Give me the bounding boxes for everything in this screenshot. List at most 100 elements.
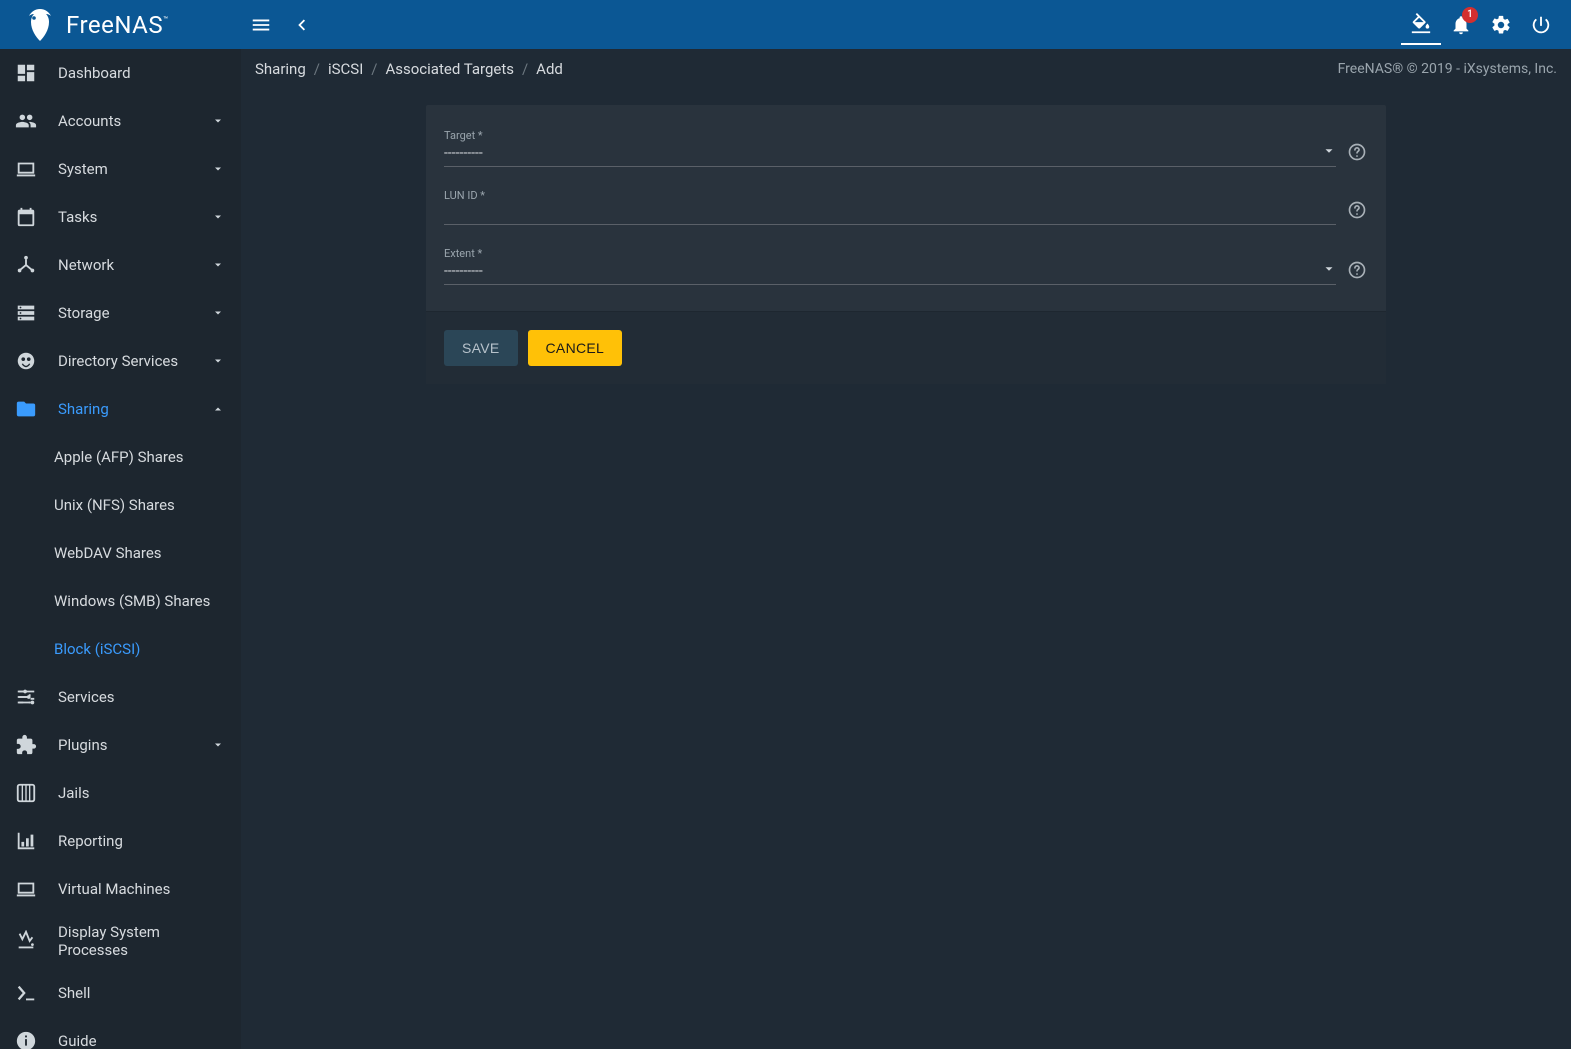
help-icon[interactable] xyxy=(1346,259,1368,281)
sidebar-subitem-label: Unix (NFS) Shares xyxy=(54,496,175,514)
notifications-wrap: 1 xyxy=(1441,5,1481,45)
power-button[interactable] xyxy=(1521,5,1561,45)
sidebar-subitem-label: Block (iSCSI) xyxy=(54,640,140,658)
target-select[interactable]: Target * ---------- xyxy=(444,117,1336,167)
sidebar-item-virtual-machines[interactable]: Virtual Machines xyxy=(0,865,241,913)
form-card-wrap: Target * ---------- LUN ID * xyxy=(241,89,1571,400)
sidebar-item-reporting[interactable]: Reporting xyxy=(0,817,241,865)
nav-back-button[interactable] xyxy=(281,5,321,45)
sidebar-item-dashboard[interactable]: Dashboard xyxy=(0,49,241,97)
sidebar-item-guide[interactable]: Guide xyxy=(0,1017,241,1049)
extent-select[interactable]: Extent * ---------- xyxy=(444,235,1336,285)
form-card: Target * ---------- LUN ID * xyxy=(426,105,1386,384)
sidebar-subitem-nfs[interactable]: Unix (NFS) Shares xyxy=(0,481,241,529)
sidebar-item-label: Jails xyxy=(58,784,227,802)
theme-button[interactable] xyxy=(1401,5,1441,45)
sidebar-subitem-label: Windows (SMB) Shares xyxy=(54,592,210,610)
form-body: Target * ---------- LUN ID * xyxy=(426,105,1386,311)
sidebar-item-jails[interactable]: Jails xyxy=(0,769,241,817)
main-content: Sharing / iSCSI / Associated Targets / A… xyxy=(241,49,1571,1049)
sidebar-item-label: Plugins xyxy=(58,736,209,754)
extension-icon xyxy=(14,733,38,757)
breadcrumb-link[interactable]: Sharing xyxy=(255,60,306,78)
lun-id-input[interactable] xyxy=(444,202,1336,224)
breadcrumb-separator: / xyxy=(314,60,320,78)
sidebar-subitem-label: Apple (AFP) Shares xyxy=(54,448,184,466)
info-icon xyxy=(14,1029,38,1049)
sidebar-subitem-iscsi[interactable]: Block (iSCSI) xyxy=(0,625,241,673)
sidebar-item-label: Services xyxy=(58,688,227,706)
sidebar-item-services[interactable]: Services xyxy=(0,673,241,721)
sidebar-item-tasks[interactable]: Tasks xyxy=(0,193,241,241)
calendar-icon xyxy=(14,205,38,229)
settings-button[interactable] xyxy=(1481,5,1521,45)
field-target: Target * ---------- xyxy=(444,117,1368,167)
sidebar-subitem-webdav[interactable]: WebDAV Shares xyxy=(0,529,241,577)
breadcrumb-separator: / xyxy=(371,60,377,78)
sidebar-item-label: Storage xyxy=(58,304,209,322)
field-lun-id: LUN ID * xyxy=(444,177,1368,225)
sidebar-subitem-afp[interactable]: Apple (AFP) Shares xyxy=(0,433,241,481)
menu-toggle-button[interactable] xyxy=(241,5,281,45)
field-extent: Extent * ---------- xyxy=(444,235,1368,285)
tune-icon xyxy=(14,685,38,709)
help-icon[interactable] xyxy=(1346,199,1368,221)
sidebar-item-label: Guide xyxy=(58,1032,227,1049)
breadcrumb-bar: Sharing / iSCSI / Associated Targets / A… xyxy=(241,49,1571,89)
process-icon xyxy=(14,929,38,953)
sidebar-item-storage[interactable]: Storage xyxy=(0,289,241,337)
app-header: FreeNAS™ 1 xyxy=(0,0,1571,49)
chevron-down-icon xyxy=(209,304,227,322)
sidebar-item-directory-services[interactable]: Directory Services xyxy=(0,337,241,385)
jail-icon xyxy=(14,781,38,805)
chevron-left-icon xyxy=(290,14,312,36)
lun-id-input-wrap: LUN ID * xyxy=(444,177,1336,225)
sidebar-item-sharing[interactable]: Sharing xyxy=(0,385,241,433)
save-button[interactable]: SAVE xyxy=(444,330,518,366)
chevron-down-icon xyxy=(209,256,227,274)
sidebar-item-label: Dashboard xyxy=(58,64,227,82)
cancel-button[interactable]: CANCEL xyxy=(528,330,623,366)
chevron-down-icon xyxy=(1322,144,1336,162)
breadcrumb-link[interactable]: Associated Targets xyxy=(385,60,513,78)
dashboard-icon xyxy=(14,61,38,85)
sidebar-item-label: Display System Processes xyxy=(58,923,227,959)
laptop-icon xyxy=(14,877,38,901)
sidebar-item-label: Tasks xyxy=(58,208,209,226)
storage-icon xyxy=(14,301,38,325)
chevron-down-icon xyxy=(209,112,227,130)
sidebar-item-plugins[interactable]: Plugins xyxy=(0,721,241,769)
power-icon xyxy=(1530,14,1552,36)
chart-icon xyxy=(14,829,38,853)
copyright-text: FreeNAS® © 2019 - iXsystems, Inc. xyxy=(1338,61,1557,77)
field-label: LUN ID * xyxy=(444,189,1336,202)
sidebar-item-label: Network xyxy=(58,256,209,274)
sidebar-subitem-smb[interactable]: Windows (SMB) Shares xyxy=(0,577,241,625)
sidebar-item-shell[interactable]: Shell xyxy=(0,969,241,1017)
sidebar-item-system[interactable]: System xyxy=(0,145,241,193)
sidebar: Dashboard Accounts System Tasks Network … xyxy=(0,49,241,1049)
format-color-fill-icon xyxy=(1410,13,1432,35)
brand-logo[interactable]: FreeNAS™ xyxy=(0,0,241,49)
chevron-down-icon xyxy=(209,208,227,226)
sidebar-item-label: Virtual Machines xyxy=(58,880,227,898)
breadcrumb-separator: / xyxy=(522,60,528,78)
sidebar-item-label: Reporting xyxy=(58,832,227,850)
chevron-down-icon xyxy=(209,352,227,370)
field-label: Extent * xyxy=(444,247,1336,260)
sidebar-item-accounts[interactable]: Accounts xyxy=(0,97,241,145)
sidebar-item-network[interactable]: Network xyxy=(0,241,241,289)
help-icon[interactable] xyxy=(1346,141,1368,163)
target-value: ---------- xyxy=(444,145,483,161)
sidebar-item-label: Shell xyxy=(58,984,227,1002)
chevron-down-icon xyxy=(209,160,227,178)
terminal-icon xyxy=(14,981,38,1005)
form-actions: SAVE CANCEL xyxy=(426,311,1386,384)
breadcrumb-current: Add xyxy=(536,60,563,78)
sidebar-item-display-system-processes[interactable]: Display System Processes xyxy=(0,913,241,969)
sidebar-item-label: Accounts xyxy=(58,112,209,130)
laptop-icon xyxy=(14,157,38,181)
breadcrumb-link[interactable]: iSCSI xyxy=(328,60,363,78)
chevron-up-icon xyxy=(209,400,227,418)
folder-icon xyxy=(14,397,38,421)
